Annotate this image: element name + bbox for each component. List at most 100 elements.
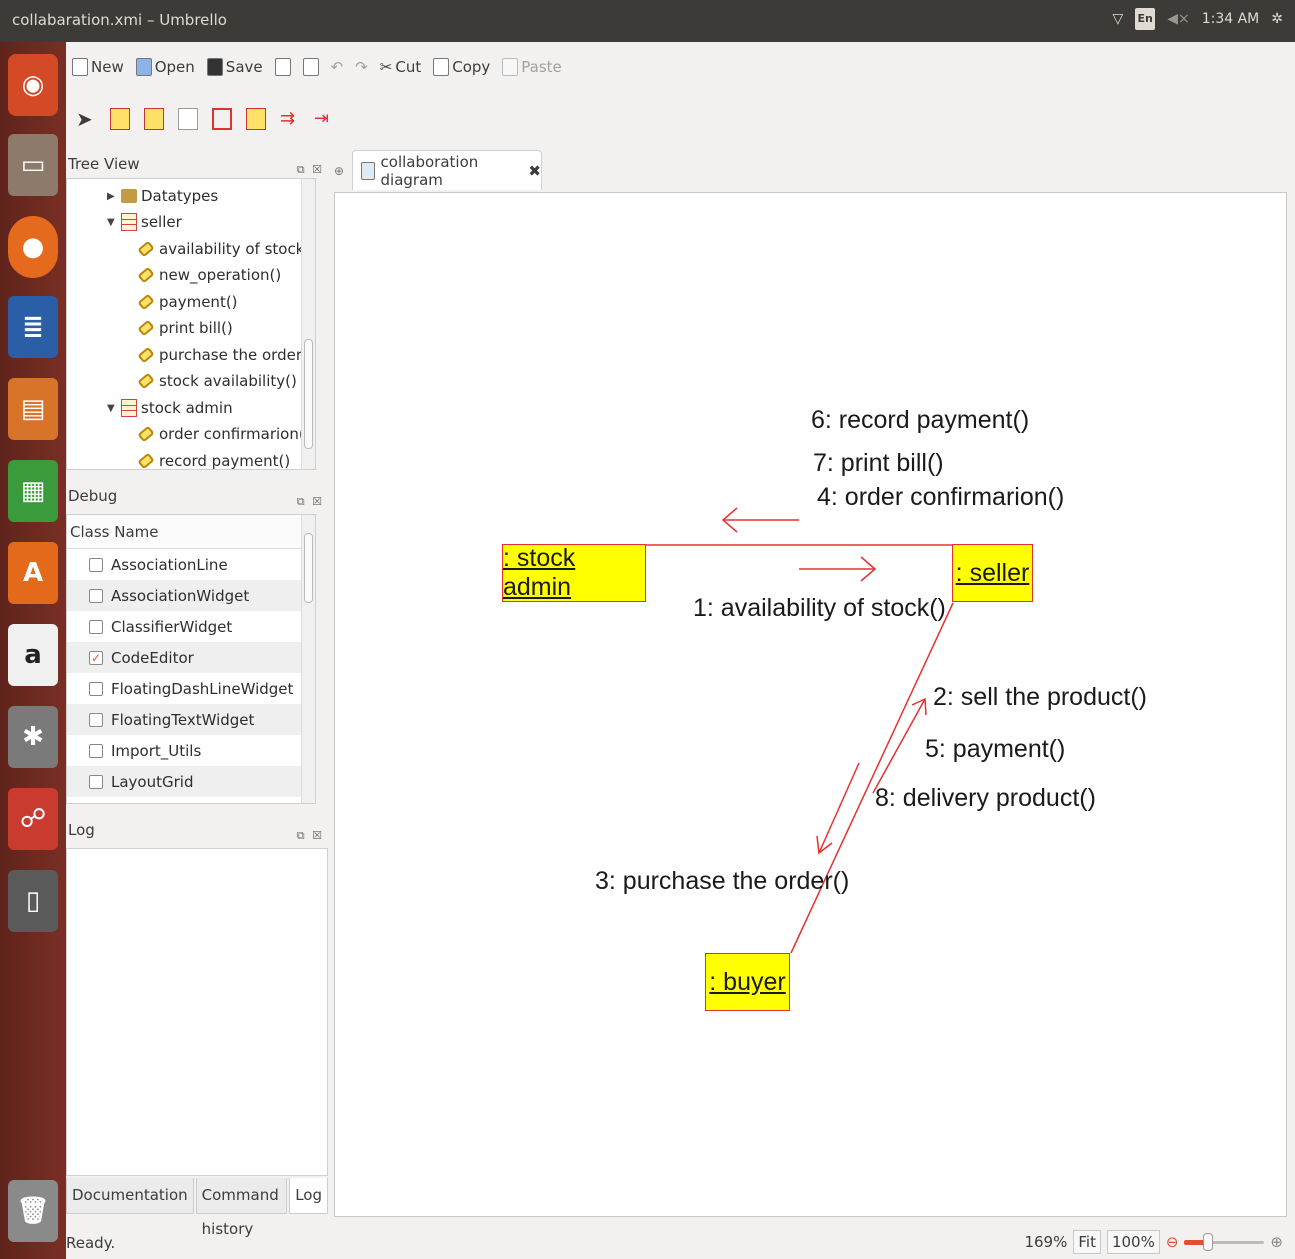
message-label[interactable]: 5: payment() bbox=[925, 735, 1065, 764]
list-item[interactable]: AssociationLine bbox=[67, 549, 315, 580]
checkbox[interactable] bbox=[89, 557, 103, 572]
ubuntu-icon[interactable]: ◉ bbox=[8, 54, 58, 116]
object-stock-admin[interactable]: : stock admin bbox=[502, 544, 646, 602]
debug-scrollbar[interactable] bbox=[301, 515, 315, 803]
zoom-100-button[interactable]: 100% bbox=[1106, 1230, 1160, 1254]
self-message-tool-icon[interactable]: ⇥ bbox=[314, 108, 334, 130]
checkbox[interactable] bbox=[89, 774, 103, 789]
scrollbar-thumb[interactable] bbox=[304, 533, 313, 603]
gear-icon[interactable]: ✲ bbox=[1271, 11, 1283, 27]
log-area[interactable] bbox=[66, 848, 328, 1176]
tab-log[interactable]: Log bbox=[289, 1178, 328, 1214]
note-tool-icon[interactable] bbox=[178, 108, 198, 130]
checkbox[interactable] bbox=[89, 743, 103, 758]
clock[interactable]: 1:34 AM bbox=[1202, 11, 1260, 27]
tree-item-stock-admin[interactable]: ▼ stock admin bbox=[107, 395, 233, 421]
object-buyer[interactable]: : buyer bbox=[705, 953, 790, 1011]
keyboard-indicator[interactable]: En bbox=[1135, 8, 1156, 30]
tree-item-operation[interactable]: order confirmarion() bbox=[137, 421, 311, 447]
message-tool-icon[interactable]: ⇉ bbox=[280, 108, 300, 130]
checkbox[interactable] bbox=[89, 588, 103, 603]
tree-item-operation[interactable]: purchase the order() bbox=[137, 342, 314, 368]
collapse-arrow-icon[interactable]: ▼ bbox=[107, 217, 117, 228]
object-tool-icon[interactable] bbox=[110, 108, 130, 130]
list-item[interactable]: FloatingDashLineWidget bbox=[67, 673, 315, 704]
anchor-tool-icon[interactable] bbox=[246, 108, 266, 130]
close-icon[interactable]: ✖ bbox=[528, 162, 541, 180]
panel-float-close-icons[interactable]: ⧉ ☒ bbox=[297, 488, 324, 516]
calc-icon[interactable]: ▦ bbox=[8, 460, 58, 522]
checkbox-checked[interactable]: ✓ bbox=[89, 650, 103, 665]
impress-icon[interactable]: ▤ bbox=[8, 378, 58, 440]
message-label[interactable]: 7: print bill() bbox=[813, 449, 944, 478]
link-seller-buyer[interactable] bbox=[790, 602, 954, 954]
tab-collaboration-diagram[interactable]: collaboration diagram ✖ bbox=[352, 150, 542, 190]
trash-icon[interactable]: 🗑 bbox=[8, 1180, 58, 1242]
tree-scrollbar[interactable] bbox=[301, 179, 315, 469]
cut-button[interactable]: ✂ Cut bbox=[380, 58, 421, 76]
checkbox[interactable] bbox=[89, 712, 103, 727]
list-item[interactable]: LayoutGrid bbox=[67, 766, 315, 797]
list-item[interactable]: FloatingTextWidget bbox=[67, 704, 315, 735]
scrollbar-thumb[interactable] bbox=[304, 339, 313, 449]
open-button[interactable]: Open bbox=[135, 58, 195, 76]
new-diagram-tab-icon[interactable]: ⊕ bbox=[334, 164, 348, 182]
box-tool-icon[interactable] bbox=[212, 108, 232, 130]
checkbox[interactable] bbox=[89, 619, 103, 634]
copy-button[interactable]: Copy bbox=[433, 58, 490, 76]
save-button[interactable]: Save bbox=[206, 58, 263, 76]
message-label[interactable]: 6: record payment() bbox=[811, 406, 1029, 435]
message-label[interactable]: 4: order confirmarion() bbox=[817, 483, 1064, 512]
slider-knob[interactable] bbox=[1203, 1233, 1214, 1251]
print-preview-button[interactable] bbox=[302, 58, 319, 76]
message-label[interactable]: 1: availability of stock() bbox=[693, 594, 946, 623]
tree-item-operation[interactable]: availability of stock() bbox=[137, 236, 315, 262]
checkbox[interactable] bbox=[89, 681, 103, 696]
message-label[interactable]: 3: purchase the order() bbox=[595, 867, 849, 896]
zoom-slider[interactable] bbox=[1184, 1230, 1265, 1254]
debug-list[interactable]: Class Name AssociationLine AssociationWi… bbox=[66, 514, 316, 804]
volume-icon[interactable]: ◀× bbox=[1167, 11, 1190, 27]
message-label[interactable]: 8: delivery product() bbox=[875, 784, 1096, 813]
tree-item-operation[interactable]: new_operation() bbox=[137, 262, 281, 288]
tree-view[interactable]: ▶ Datatypes ▼ seller availability of stock… bbox=[66, 178, 316, 470]
list-item[interactable]: Import_Utils bbox=[67, 735, 315, 766]
tree-item-seller[interactable]: ▼ seller bbox=[107, 209, 182, 235]
firefox-icon[interactable]: ● bbox=[8, 216, 58, 278]
tree-item-operation[interactable]: record payment() bbox=[137, 448, 290, 469]
zoom-in-icon[interactable]: ⊕ bbox=[1270, 1233, 1283, 1251]
amazon-icon[interactable]: a bbox=[8, 624, 58, 686]
new-button[interactable]: New bbox=[72, 58, 124, 76]
redo-button[interactable]: ↷ bbox=[355, 58, 368, 76]
list-item[interactable]: AssociationWidget bbox=[67, 580, 315, 611]
tab-documentation[interactable]: Documentation bbox=[66, 1178, 194, 1214]
multi-object-tool-icon[interactable] bbox=[144, 108, 164, 130]
object-seller[interactable]: : seller bbox=[952, 544, 1033, 602]
fit-button[interactable]: Fit bbox=[1073, 1230, 1101, 1254]
software-center-icon[interactable]: A bbox=[8, 542, 58, 604]
message-label[interactable]: 2: sell the product() bbox=[933, 683, 1147, 712]
expand-arrow-icon[interactable]: ▶ bbox=[107, 191, 117, 202]
list-item[interactable]: ClassifierWidget bbox=[67, 611, 315, 642]
device-icon[interactable]: ▯ bbox=[8, 870, 58, 932]
print-button[interactable] bbox=[274, 58, 291, 76]
list-item[interactable]: ✓ CodeEditor bbox=[67, 642, 315, 673]
collapse-arrow-icon[interactable]: ▼ bbox=[107, 403, 117, 414]
umbrello-icon[interactable]: ☍ bbox=[8, 788, 58, 850]
paste-button[interactable]: Paste bbox=[502, 58, 562, 76]
class-name-header[interactable]: Class Name bbox=[67, 515, 315, 549]
tree-item-operation[interactable]: payment() bbox=[137, 289, 238, 315]
zoom-out-icon[interactable]: ⊖ bbox=[1166, 1233, 1179, 1251]
tree-item-operation[interactable]: stock availability() bbox=[137, 368, 297, 394]
diagram-canvas[interactable]: : stock admin : seller : buyer 6: record… bbox=[334, 192, 1287, 1217]
tab-command-history[interactable]: Command history bbox=[195, 1178, 288, 1238]
panel-float-close-icons[interactable]: ⧉ ☒ bbox=[297, 822, 324, 850]
settings-icon[interactable]: ✱ bbox=[8, 706, 58, 768]
select-arrow-icon[interactable]: ➤ bbox=[76, 108, 96, 130]
undo-button[interactable]: ↶ bbox=[331, 58, 344, 76]
tree-item-operation[interactable]: print bill() bbox=[137, 315, 233, 341]
files-icon[interactable]: ▭ bbox=[8, 134, 58, 196]
writer-icon[interactable]: ≣ bbox=[8, 296, 58, 358]
network-icon[interactable]: ▽ bbox=[1112, 11, 1123, 27]
tree-item-datatypes[interactable]: ▶ Datatypes bbox=[107, 183, 218, 209]
